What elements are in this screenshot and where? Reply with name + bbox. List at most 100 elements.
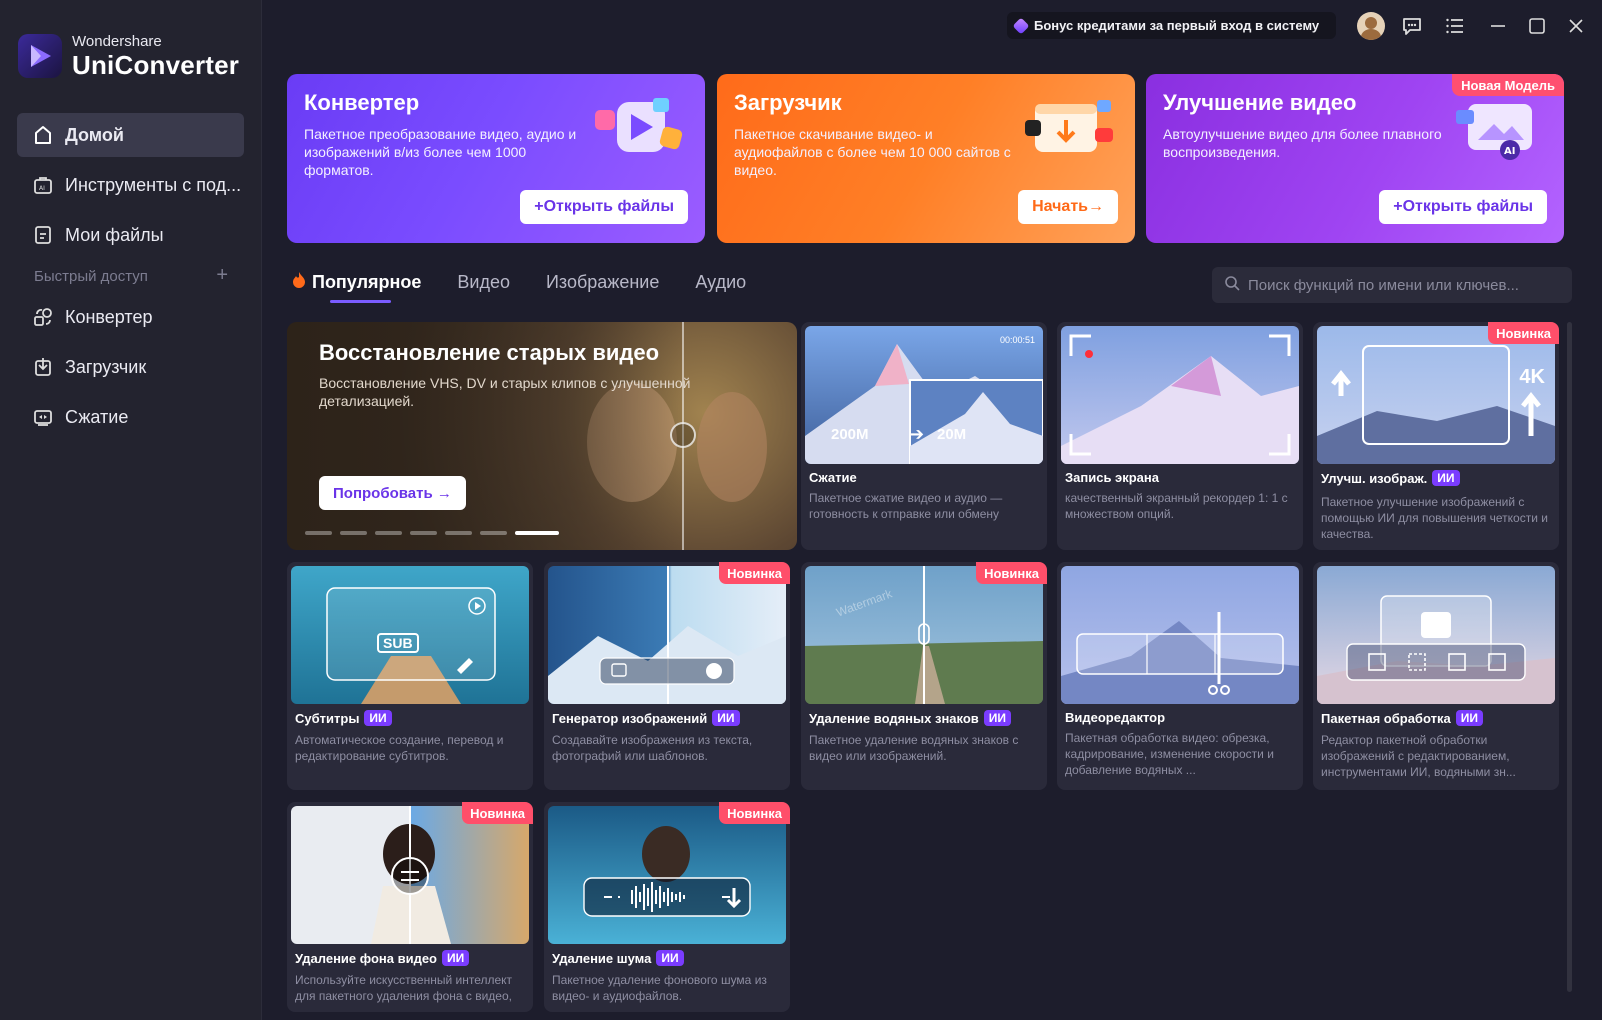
downloader-banner[interactable]: Загрузчик Пакетное скачивание видео- и а… [717,74,1135,243]
card-desc: Редактор пакетной обработки изображений … [1321,733,1516,779]
sidebar-item-label: Домой [65,124,124,145]
ai-badge: ИИ [656,950,684,966]
tab-image[interactable]: Изображение [546,272,659,293]
sub-label: SUB [377,633,419,653]
batch-thumbnail [1317,566,1555,704]
sidebar-item-label: Загрузчик [65,356,147,377]
new-badge: Новинка [462,802,533,824]
compress-thumbnail: 00:00:51 200M ➔ 20M [805,326,1043,464]
tab-popular[interactable]: Популярное [292,272,422,303]
card-title: Сжатие [809,470,857,485]
card-title-text: Удаление фона видео [295,950,437,966]
hero-old-video-restoration[interactable]: Восстановление старых видео Восстановлен… [287,322,797,550]
new-badge: Новинка [719,562,790,584]
search-input[interactable]: Поиск функций по имени или ключев... [1212,267,1572,303]
tool-card-compress[interactable]: 00:00:51 200M ➔ 20M Сжатие Пакетное сжат… [801,322,1047,550]
video-editor-thumbnail [1061,566,1299,704]
open-files-button[interactable]: +Открыть файлы [1379,190,1547,224]
card-title-text: Пакетная обработка [1321,710,1451,726]
carousel-dot[interactable] [445,531,472,535]
carousel-dot[interactable] [480,531,507,535]
menu-icon[interactable] [1443,14,1467,38]
sidebar-item-compress[interactable]: Сжатие [17,395,244,439]
tab-video[interactable]: Видео [457,272,510,293]
tool-card-watermark-removal[interactable]: Watermark Новинка Удаление водяных знако… [801,562,1047,790]
svg-text:AI: AI [39,185,45,192]
card-title: Субтитры ИИ [295,710,392,726]
quick-access-label: Быстрый доступ [34,268,148,285]
sidebar-item-downloader[interactable]: Загрузчик [17,345,244,389]
scrollbar[interactable] [1567,322,1572,992]
sidebar-item-ai-tools[interactable]: AI Инструменты с под... [17,163,244,207]
start-button[interactable]: Начать→ [1018,190,1118,224]
card-title: Генератор изображений ИИ [552,710,740,726]
carousel-dot[interactable] [410,531,437,535]
banner-title: Улучшение видео [1163,90,1357,115]
sidebar: Wondershare UniConverter Домой AI Инстру… [0,0,262,1020]
card-desc: Пакетное улучшение изображений с помощью… [1321,495,1548,541]
sidebar-item-converter[interactable]: Конвертер [17,295,244,339]
converter-banner[interactable]: Конвертер Пакетное преобразование видео,… [287,74,705,243]
ai-badge: ИИ [1455,710,1483,726]
card-title-text: Видеоредактор [1065,710,1166,725]
new-badge: Новинка [976,562,1047,584]
home-icon [31,123,55,147]
sidebar-item-label: Конвертер [65,306,153,327]
tool-card-screen-record[interactable]: Запись экрана качественный экранный реко… [1057,322,1303,550]
search-placeholder: Поиск функций по имени или ключев... [1248,276,1519,294]
banner-title: Загрузчик [734,90,842,115]
hero-title: Восстановление старых видео [319,340,660,365]
tool-card-batch-processing[interactable]: Пакетная обработка ИИ Редактор пакетной о… [1313,562,1559,790]
carousel-dot[interactable] [375,531,402,535]
feedback-icon[interactable] [1400,14,1424,38]
gem-icon [1012,17,1030,34]
converter-illustration-icon [591,94,685,164]
banner-desc: Пакетное скачивание видео- и аудиофайлов… [734,126,1011,178]
card-title-text: Улучш. изображ. [1321,470,1428,486]
minimize-icon[interactable] [1486,14,1510,38]
open-files-button[interactable]: +Открыть файлы [520,190,688,224]
bonus-credits-banner[interactable]: Бонус кредитами за первый вход в систему [1007,12,1336,39]
sidebar-item-home[interactable]: Домой [17,113,244,157]
carousel-dot[interactable] [305,531,332,535]
maximize-icon[interactable] [1525,14,1549,38]
carousel-dots [305,531,567,535]
ai-badge: ИИ [712,710,740,726]
try-button[interactable]: Попробовать → [319,476,466,510]
card-title: Пакетная обработка ИИ [1321,710,1483,726]
avatar[interactable] [1357,12,1385,40]
brand-subtitle: Wondershare [72,33,162,50]
image-upscale-thumbnail: 4K [1317,326,1555,464]
card-title-text: Запись экрана [1065,470,1159,485]
tool-card-background-removal[interactable]: Новинка Удаление фона видео ИИ Используйт… [287,802,533,1012]
sidebar-item-my-files[interactable]: Мои файлы [17,213,244,257]
compare-handle[interactable] [670,422,696,448]
size-to-label: 20M [937,426,967,443]
sidebar-item-label: Инструменты с под... [65,174,242,195]
enhance-illustration-icon: AI [1450,94,1544,164]
image-generator-thumbnail [548,566,786,704]
sidebar-item-label: Мои файлы [65,224,164,245]
tab-label: Популярное [312,272,422,292]
carousel-dot[interactable] [340,531,367,535]
tab-audio[interactable]: Аудио [695,272,746,293]
search-icon [1224,275,1240,295]
screen-record-thumbnail [1061,326,1299,464]
video-duration: 00:00:51 [999,335,1035,345]
download-icon [31,355,55,379]
carousel-dot-active[interactable] [515,531,559,535]
tool-card-video-editor[interactable]: Видеоредактор Пакетная обработка видео: … [1057,562,1303,790]
tool-card-image-upscale[interactable]: 4K Новинка Улучш. изображ. ИИ Пакетное ул… [1313,322,1559,550]
ai-badge: ИИ [1432,470,1460,486]
card-title: Удаление фона видео ИИ [295,950,470,966]
add-quick-access-icon[interactable]: + [216,265,228,285]
tool-card-noise-removal[interactable]: Новинка Удаление шума ИИ Пакетное удалени… [544,802,790,1012]
close-icon[interactable] [1564,14,1588,38]
sidebar-nav: Домой AI Инструменты с под... Мои файлы [17,113,244,263]
banner-desc: Пакетное преобразование видео, аудио и и… [304,126,577,178]
tool-card-image-generator[interactable]: Новинка Генератор изображений ИИ Создавай… [544,562,790,790]
tool-card-subtitles[interactable]: SUB Субтитры ИИ Автоматическое создание, … [287,562,533,790]
card-title: Запись экрана [1065,470,1159,485]
video-enhance-banner[interactable]: Новая Модель Улучшение видео Автоулучшен… [1146,74,1564,243]
card-title-text: Удаление водяных знаков [809,710,979,726]
